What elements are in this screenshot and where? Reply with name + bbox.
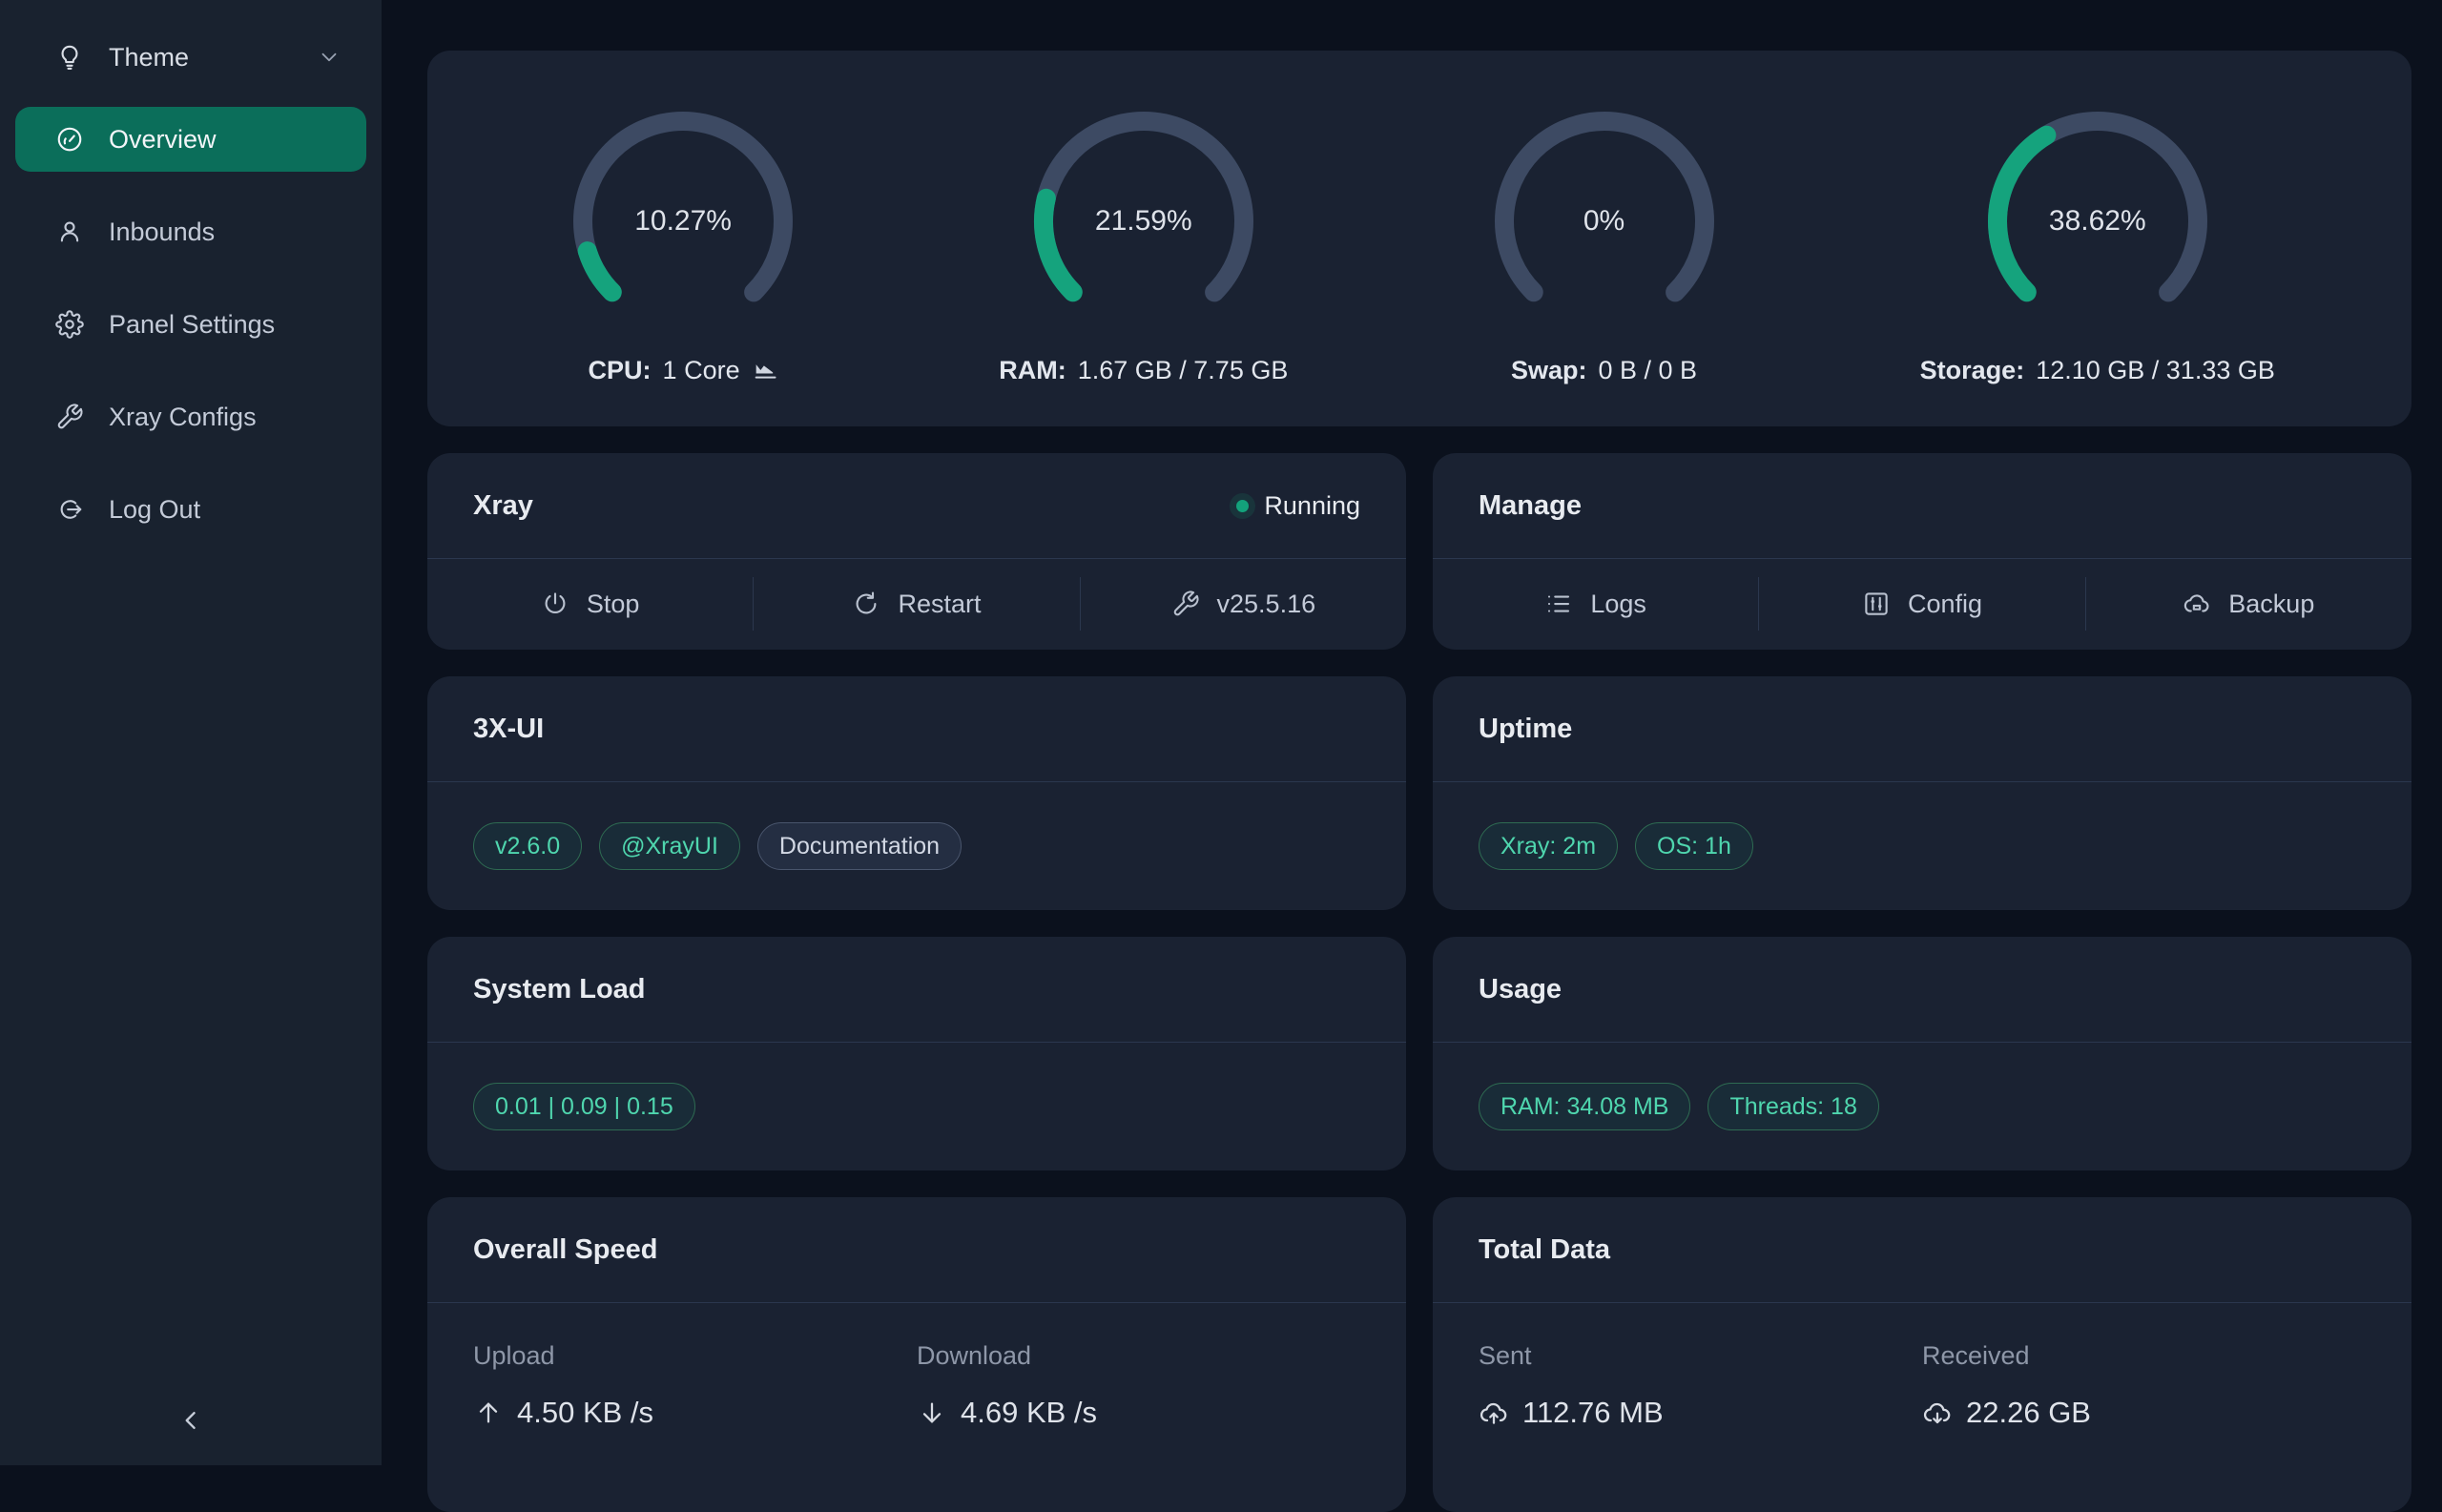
logout-icon [55, 495, 84, 524]
cloud-download-icon [1922, 1398, 1953, 1428]
xray-version-button[interactable]: v25.5.16 [1081, 590, 1406, 619]
gauge-icon [55, 125, 84, 154]
ram-usage-badge: RAM: 34.08 MB [1479, 1083, 1690, 1130]
logs-button[interactable]: Logs [1433, 590, 1758, 619]
stop-button[interactable]: Stop [427, 590, 753, 619]
sidebar-item-label: Overview [109, 125, 217, 155]
system-gauges-card: 10.27% CPU: 1 Core 21.59% RAM: [427, 51, 2411, 426]
card-title: Overall Speed [473, 1234, 657, 1266]
usage-card: Usage RAM: 34.08 MB Threads: 18 [1433, 937, 2411, 1170]
backup-label: Backup [2228, 590, 2314, 619]
system-load-card: System Load 0.01 | 0.09 | 0.15 [427, 937, 1406, 1170]
received-stat: Received 22.26 GB [1922, 1341, 2366, 1430]
card-title: System Load [473, 974, 646, 1005]
logs-label: Logs [1590, 590, 1646, 619]
main-content: 10.27% CPU: 1 Core 21.59% RAM: [382, 0, 2442, 1512]
upload-label: Upload [473, 1341, 917, 1371]
version-label: v25.5.16 [1217, 590, 1316, 619]
user-icon [55, 217, 84, 246]
download-label: Download [917, 1341, 1360, 1371]
theme-label: Theme [109, 43, 292, 72]
storage-label: Storage: 12.10 GB / 31.33 GB [1920, 356, 2275, 385]
sidebar-item-xray-configs[interactable]: Xray Configs [15, 384, 366, 449]
sidebar-item-label: Xray Configs [109, 403, 257, 432]
backup-button[interactable]: Backup [2086, 590, 2411, 619]
upload-stat: Upload 4.50 KB /s [473, 1341, 917, 1430]
config-label: Config [1908, 590, 1982, 619]
sent-label: Sent [1479, 1341, 1922, 1371]
lightbulb-icon [55, 43, 84, 72]
ram-percent: 21.59% [1024, 102, 1263, 341]
status-label: Running [1264, 491, 1360, 521]
area-chart-icon[interactable] [752, 357, 778, 383]
theme-selector[interactable]: Theme [15, 27, 366, 88]
sidebar: Theme Overview Inbounds Panel Settings [0, 0, 382, 1465]
sidebar-item-log-out[interactable]: Log Out [15, 477, 366, 542]
card-title: 3X-UI [473, 714, 544, 745]
swap-label: Swap: 0 B / 0 B [1511, 356, 1697, 385]
xui-card: 3X-UI v2.6.0 @XrayUI Documentation [427, 676, 1406, 910]
power-icon [541, 590, 569, 618]
cloud-server-icon [2183, 590, 2211, 618]
cpu-gauge: 10.27% CPU: 1 Core [564, 102, 802, 385]
cpu-label: CPU: 1 Core [589, 356, 778, 385]
upload-value: 4.50 KB /s [517, 1396, 653, 1430]
gear-icon [55, 310, 84, 339]
sidebar-item-label: Inbounds [109, 217, 215, 247]
sidebar-item-overview[interactable]: Overview [15, 107, 366, 172]
chevron-left-icon [175, 1404, 207, 1437]
card-title: Manage [1479, 490, 1582, 522]
stop-label: Stop [587, 590, 640, 619]
arrow-up-icon [473, 1398, 504, 1428]
storage-percent: 38.62% [1978, 102, 2217, 341]
swap-gauge: 0% Swap: 0 B / 0 B [1485, 102, 1724, 385]
card-title: Uptime [1479, 714, 1572, 745]
telegram-badge[interactable]: @XrayUI [599, 822, 740, 870]
received-value: 22.26 GB [1966, 1396, 2091, 1430]
sidebar-collapse-button[interactable] [0, 1404, 382, 1437]
sent-value: 112.76 MB [1522, 1396, 1664, 1430]
uptime-card: Uptime Xray: 2m OS: 1h [1433, 676, 2411, 910]
threads-badge: Threads: 18 [1707, 1083, 1878, 1130]
cpu-percent: 10.27% [564, 102, 802, 341]
sidebar-nav: Overview Inbounds Panel Settings Xray Co… [0, 107, 382, 542]
received-label: Received [1922, 1341, 2366, 1371]
card-title: Xray [473, 490, 533, 522]
card-title: Usage [1479, 974, 1562, 1005]
wrench-icon [55, 403, 84, 431]
sidebar-item-label: Panel Settings [109, 310, 275, 340]
status-dot [1236, 500, 1249, 512]
load-average-badge: 0.01 | 0.09 | 0.15 [473, 1083, 695, 1130]
arrow-down-icon [917, 1398, 947, 1428]
chevron-down-icon [317, 45, 341, 70]
sidebar-item-label: Log Out [109, 495, 200, 525]
card-title: Total Data [1479, 1234, 1610, 1266]
xray-card: Xray Running Stop Res [427, 453, 1406, 650]
sidebar-item-panel-settings[interactable]: Panel Settings [15, 292, 366, 357]
xray-status: Running [1236, 491, 1360, 521]
os-uptime-badge: OS: 1h [1635, 822, 1753, 870]
ram-label: RAM: 1.67 GB / 7.75 GB [999, 356, 1288, 385]
sliders-icon [1862, 590, 1891, 618]
xray-uptime-badge: Xray: 2m [1479, 822, 1618, 870]
restart-label: Restart [898, 590, 981, 619]
documentation-badge[interactable]: Documentation [757, 822, 962, 870]
download-stat: Download 4.69 KB /s [917, 1341, 1360, 1430]
cloud-upload-icon [1479, 1398, 1509, 1428]
list-icon [1544, 590, 1573, 618]
sidebar-item-inbounds[interactable]: Inbounds [15, 199, 366, 264]
swap-percent: 0% [1485, 102, 1724, 341]
sent-stat: Sent 112.76 MB [1479, 1341, 1922, 1430]
version-badge[interactable]: v2.6.0 [473, 822, 582, 870]
download-value: 4.69 KB /s [961, 1396, 1097, 1430]
wrench-icon [1171, 590, 1200, 618]
manage-card: Manage Logs Config [1433, 453, 2411, 650]
config-button[interactable]: Config [1759, 590, 2084, 619]
ram-gauge: 21.59% RAM: 1.67 GB / 7.75 GB [999, 102, 1288, 385]
storage-gauge: 38.62% Storage: 12.10 GB / 31.33 GB [1920, 102, 2275, 385]
restart-icon [852, 590, 880, 618]
restart-button[interactable]: Restart [754, 590, 1079, 619]
